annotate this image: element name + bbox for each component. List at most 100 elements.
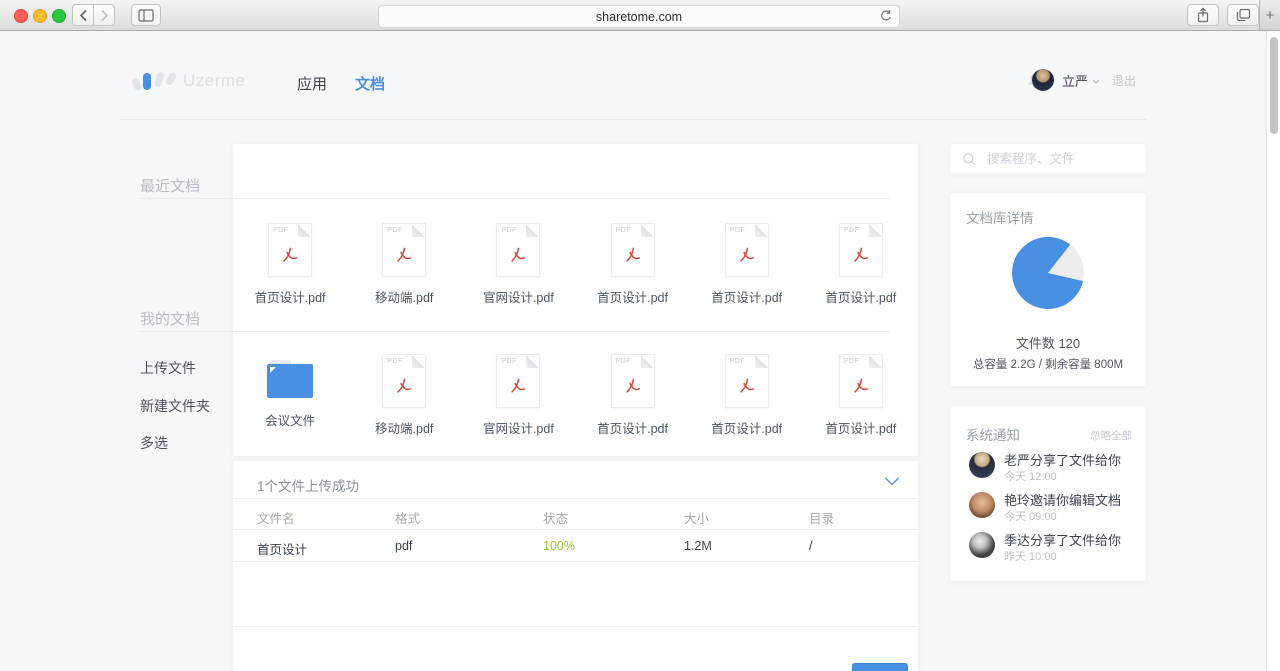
file-item[interactable]: PDF 首页设计.pdf	[690, 223, 804, 306]
sender-avatar	[969, 532, 995, 558]
file-name: 官网设计.pdf	[482, 291, 554, 305]
file-item[interactable]: PDF 首页设计.pdf	[575, 354, 689, 437]
cell-status: 100%	[543, 539, 575, 553]
notification-item[interactable]: 艳玲邀请你编辑文档 今天 09:00	[969, 490, 1129, 528]
notification-item[interactable]: 季达分享了文件给你 昨天 10:00	[969, 530, 1129, 568]
capacity-label: 总容量 2.2G / 剩余容量 800M	[972, 359, 1124, 371]
page-fold-icon	[526, 224, 540, 237]
file-count-label: 文件数 120	[1015, 336, 1081, 351]
file-item[interactable]: PDF 移动端.pdf	[347, 223, 461, 306]
divider	[233, 626, 918, 627]
pdf-file-icon: PDF	[838, 223, 883, 277]
file-item[interactable]: PDF 首页设计.pdf	[804, 354, 918, 437]
notification-time: 昨天 10:00	[1004, 551, 1057, 563]
notification-text: 艳玲邀请你编辑文档	[1004, 493, 1122, 508]
pdf-file-icon: PDF	[382, 354, 427, 408]
dismiss-all-link[interactable]: 忽略全部	[1090, 428, 1132, 443]
page-fold-icon	[640, 224, 654, 237]
col-header-filename: 文件名	[257, 512, 295, 526]
pdf-badge: PDF	[501, 227, 517, 234]
share-button[interactable]	[1187, 4, 1219, 26]
file-item[interactable]: PDF 首页设计.pdf	[690, 354, 804, 437]
pdf-badge: PDF	[729, 358, 746, 365]
reload-button[interactable]	[879, 9, 893, 28]
logo-mark	[164, 71, 178, 86]
confirm-button[interactable]: 确认	[852, 663, 908, 671]
pdf-badge: PDF	[729, 227, 746, 234]
pdf-file-icon: PDF	[724, 354, 769, 408]
search-input[interactable]	[985, 151, 1139, 167]
collapse-panel-button[interactable]	[884, 473, 900, 491]
scrollbar-thumb[interactable]	[1270, 37, 1278, 134]
minimize-window-button[interactable]	[33, 9, 47, 23]
nav-tab-documents[interactable]: 文档	[355, 73, 385, 94]
library-panel-title: 文档库详情	[966, 211, 1034, 226]
address-bar[interactable]: sharetome.com	[378, 5, 900, 28]
acrobat-icon	[625, 247, 640, 262]
acrobat-icon	[740, 378, 754, 393]
logo-mark	[153, 70, 165, 88]
file-item[interactable]: PDF 首页设计.pdf	[233, 223, 347, 306]
acrobat-icon	[511, 247, 526, 262]
sender-avatar	[969, 492, 995, 518]
pdf-badge: PDF	[843, 227, 860, 234]
cell-size: 1.2M	[684, 539, 712, 553]
file-item[interactable]: PDF 官网设计.pdf	[461, 223, 575, 306]
sidebar-action-new-folder[interactable]: 新建文件夹	[140, 396, 210, 416]
folder-item[interactable]: 会议文件	[233, 354, 347, 437]
folder-icon	[267, 360, 314, 402]
col-header-size: 大小	[684, 512, 710, 526]
sidebar-icon	[138, 8, 154, 22]
pdf-file-icon: PDF	[724, 223, 769, 277]
pdf-badge: PDF	[387, 227, 403, 234]
acrobat-icon	[854, 247, 868, 262]
new-tab-button[interactable]: +	[1259, 0, 1280, 30]
logout-link[interactable]: 退出	[1112, 72, 1136, 89]
scrollbar-track[interactable]	[1266, 31, 1280, 671]
plus-icon: +	[1265, 6, 1275, 24]
notification-item[interactable]: 老严分享了文件给你 今天 12:00	[969, 450, 1129, 488]
forward-button[interactable]	[93, 4, 115, 26]
pdf-file-icon: PDF	[382, 223, 427, 277]
sidebar-section-my-docs[interactable]: 我的文档	[140, 308, 200, 329]
user-avatar[interactable]	[1031, 69, 1054, 91]
cell-filename: 首页设计	[257, 543, 308, 557]
share-icon	[1197, 7, 1209, 23]
acrobat-icon	[625, 378, 640, 393]
page-fold-icon	[526, 355, 540, 368]
folder-corner	[270, 367, 277, 373]
acrobat-icon	[854, 378, 868, 393]
page-fold-icon	[868, 355, 882, 368]
file-item[interactable]: PDF 移动端.pdf	[347, 354, 461, 437]
user-menu[interactable]: 立严 退出	[1031, 69, 1136, 91]
col-header-directory: 目录	[809, 512, 835, 526]
zoom-window-button[interactable]	[52, 9, 66, 23]
pdf-badge: PDF	[615, 358, 632, 365]
file-item[interactable]: PDF 首页设计.pdf	[804, 223, 918, 306]
file-name: 首页设计.pdf	[254, 291, 326, 305]
pdf-file-icon: PDF	[838, 354, 883, 408]
file-item[interactable]: PDF 官网设计.pdf	[461, 354, 575, 437]
uzerme-logo: Uzerme	[130, 70, 246, 92]
browser-toolbar: sharetome.com +	[0, 0, 1280, 31]
sidebar-action-upload-file[interactable]: 上传文件	[140, 358, 196, 378]
sidebar-toggle-button[interactable]	[131, 4, 161, 26]
acrobat-icon	[397, 247, 412, 262]
close-window-button[interactable]	[14, 9, 28, 23]
nav-tab-apps[interactable]: 应用	[297, 73, 327, 94]
pdf-file-icon: PDF	[610, 354, 655, 408]
back-button[interactable]	[72, 4, 94, 26]
pdf-badge: PDF	[615, 227, 632, 234]
section-divider	[140, 198, 890, 199]
cell-directory: /	[809, 539, 813, 553]
sidebar-section-recent-docs[interactable]: 最近文档	[140, 175, 200, 196]
tabs-overview-button[interactable]	[1227, 4, 1259, 26]
system-notifications-panel: 系统通知 忽略全部 老严分享了文件给你 今天 12:00 艳玲邀请你编辑文档 今…	[950, 406, 1146, 581]
file-item[interactable]: PDF 首页设计.pdf	[575, 223, 689, 306]
storage-pie-chart	[1012, 236, 1084, 309]
sidebar-action-multi-select[interactable]: 多选	[140, 433, 168, 453]
search-box[interactable]	[950, 144, 1146, 174]
acrobat-icon	[283, 247, 298, 262]
acrobat-icon	[740, 247, 754, 262]
header-divider	[120, 119, 1146, 120]
